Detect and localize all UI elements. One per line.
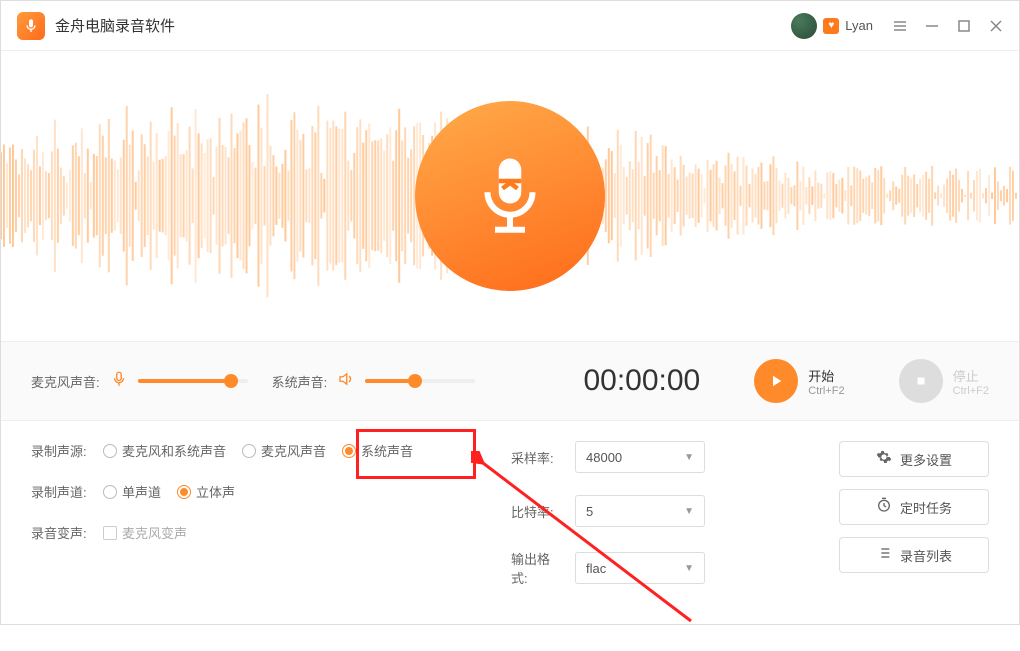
titlebar: 金舟电脑录音软件 ♥ Lyan (1, 1, 1019, 51)
sys-volume-slider[interactable] (365, 379, 475, 383)
format-row: 输出格式: flac ▼ (511, 549, 705, 587)
bitrate-row: 比特率: 5 ▼ (511, 495, 705, 527)
record-list-button[interactable]: 录音列表 (839, 537, 989, 573)
channel-label: 录制声道: (31, 482, 91, 501)
start-shortcut: Ctrl+F2 (808, 385, 844, 397)
mic-volume-group: 麦克风声音: (31, 370, 248, 393)
stop-icon (899, 359, 943, 403)
source-radio-2[interactable]: 系统声音 (342, 441, 413, 460)
more-settings-button[interactable]: 更多设置 (839, 441, 989, 477)
sys-volume-group: 系统声音: (272, 370, 476, 393)
channel-row: 录制声道: 单声道 立体声 (31, 482, 471, 501)
voice-change-label: 录音变声: (31, 523, 91, 542)
menu-button[interactable] (893, 19, 907, 33)
source-label: 录制声源: (31, 441, 91, 460)
stop-button: 停止 Ctrl+F2 (899, 359, 989, 403)
sys-volume-label: 系统声音: (272, 372, 328, 391)
voice-change-row: 录音变声: 麦克风变声 (31, 523, 471, 542)
app-logo-icon (17, 12, 45, 40)
mic-icon (110, 370, 128, 393)
waveform-area (1, 51, 1019, 341)
sample-rate-value: 48000 (586, 450, 622, 465)
stop-shortcut: Ctrl+F2 (953, 385, 989, 397)
minimize-button[interactable] (925, 19, 939, 33)
format-value: flac (586, 561, 606, 576)
vip-badge-icon: ♥ (823, 18, 839, 34)
source-radio-label-2: 系统声音 (361, 441, 413, 460)
chevron-down-icon: ▼ (684, 506, 694, 517)
speaker-icon (337, 370, 355, 393)
username: Lyan (845, 18, 873, 33)
gear-icon (876, 449, 892, 470)
list-icon (876, 545, 892, 566)
voice-change-checkbox[interactable]: 麦克风变声 (103, 523, 187, 542)
start-label: 开始 (808, 366, 844, 385)
source-radio-label-0: 麦克风和系统声音 (122, 441, 226, 460)
sample-rate-label: 采样率: (511, 448, 563, 467)
channel-radio-label-0: 单声道 (122, 482, 161, 501)
start-button[interactable]: 开始 Ctrl+F2 (754, 359, 844, 403)
channel-radio-1[interactable]: 立体声 (177, 482, 235, 501)
control-bar: 麦克风声音: 系统声音: 00:00:00 开始 Ctrl+F2 停止 Ctrl… (1, 341, 1019, 421)
sample-rate-select[interactable]: 48000 ▼ (575, 441, 705, 473)
format-select[interactable]: flac ▼ (575, 552, 705, 584)
settings-panel: 录制声源: 麦克风和系统声音 麦克风声音 系统声音 录制声道: 单声道 立体声 录音变… (1, 421, 1019, 607)
bitrate-value: 5 (586, 504, 593, 519)
more-settings-label: 更多设置 (900, 450, 952, 469)
channel-radio-0[interactable]: 单声道 (103, 482, 161, 501)
mic-volume-slider[interactable] (138, 379, 248, 383)
mic-volume-label: 麦克风声音: (31, 372, 100, 391)
scheduled-label: 定时任务 (900, 498, 952, 517)
source-radio-label-1: 麦克风声音 (261, 441, 326, 460)
bitrate-label: 比特率: (511, 502, 563, 521)
chevron-down-icon: ▼ (684, 563, 694, 574)
format-label: 输出格式: (511, 549, 563, 587)
bitrate-select[interactable]: 5 ▼ (575, 495, 705, 527)
center-mic-icon (415, 101, 605, 291)
user-area[interactable]: ♥ Lyan (791, 13, 873, 39)
timer-display: 00:00:00 (583, 364, 700, 398)
source-row: 录制声源: 麦克风和系统声音 麦克风声音 系统声音 (31, 441, 471, 460)
source-radio-1[interactable]: 麦克风声音 (242, 441, 326, 460)
voice-change-option: 麦克风变声 (122, 523, 187, 542)
stop-label: 停止 (953, 366, 989, 385)
close-button[interactable] (989, 19, 1003, 33)
record-list-label: 录音列表 (900, 546, 952, 565)
source-radio-0[interactable]: 麦克风和系统声音 (103, 441, 226, 460)
app-title: 金舟电脑录音软件 (55, 15, 175, 36)
sample-rate-row: 采样率: 48000 ▼ (511, 441, 705, 473)
channel-radio-label-1: 立体声 (196, 482, 235, 501)
play-icon (754, 359, 798, 403)
avatar (791, 13, 817, 39)
scheduled-button[interactable]: 定时任务 (839, 489, 989, 525)
clock-icon (876, 497, 892, 518)
chevron-down-icon: ▼ (684, 452, 694, 463)
maximize-button[interactable] (957, 19, 971, 33)
